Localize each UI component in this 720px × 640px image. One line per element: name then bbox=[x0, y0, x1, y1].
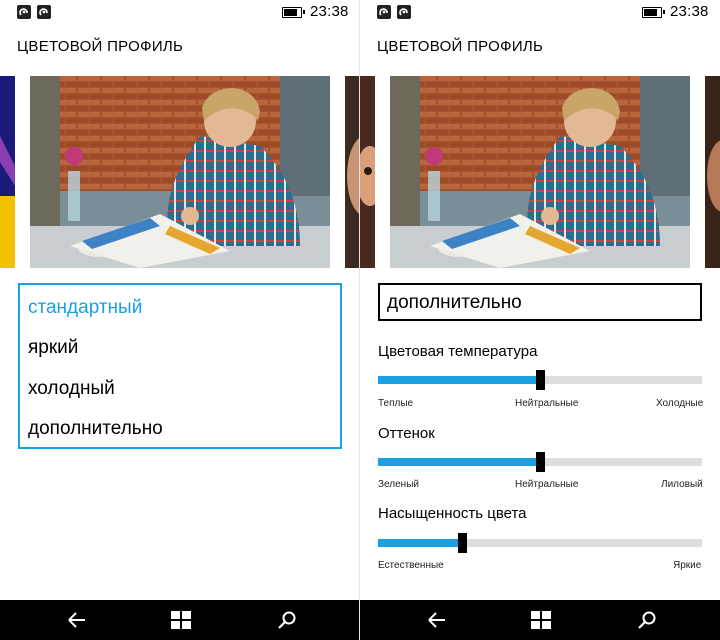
battery-icon bbox=[642, 7, 665, 18]
notification-icon-1 bbox=[377, 5, 391, 19]
profile-option-standard[interactable]: стандартный bbox=[28, 297, 142, 319]
notification-icon-1 bbox=[17, 5, 31, 19]
back-arrow-icon[interactable] bbox=[426, 610, 448, 630]
profile-list: стандартный яркий холодный дополнительно bbox=[18, 283, 342, 449]
slider-max-label: Яркие bbox=[673, 560, 702, 571]
navigation-bar bbox=[0, 600, 360, 640]
slider-mid-label: Нейтральные bbox=[515, 479, 579, 490]
phone-screen-left: 23:38 ЦВЕТОВОЙ ПРОФИЛЬ стандартный яркий… bbox=[0, 0, 360, 640]
status-bar: 23:38 bbox=[0, 0, 360, 24]
slider-color-temperature-label: Цветовая температура bbox=[378, 343, 538, 360]
carousel-main-image[interactable] bbox=[390, 76, 690, 268]
notification-icon-2 bbox=[37, 5, 51, 19]
slider-tint[interactable] bbox=[378, 452, 702, 472]
slider-max-label: Лиловый bbox=[661, 479, 703, 490]
page-title: ЦВЕТОВОЙ ПРОФИЛЬ bbox=[377, 38, 544, 55]
slider-thumb[interactable] bbox=[536, 452, 545, 472]
slider-min-label: Зеленый bbox=[378, 479, 419, 490]
navigation-bar bbox=[360, 600, 720, 640]
slider-thumb[interactable] bbox=[458, 533, 468, 553]
windows-logo-icon[interactable] bbox=[530, 610, 552, 630]
page-title: ЦВЕТОВОЙ ПРОФИЛЬ bbox=[17, 38, 184, 55]
slider-saturation-label: Насыщенность цвета bbox=[378, 505, 527, 522]
back-arrow-icon[interactable] bbox=[66, 610, 88, 630]
profile-option-vivid[interactable]: яркий bbox=[28, 337, 78, 359]
search-icon[interactable] bbox=[636, 610, 658, 630]
battery-icon bbox=[282, 7, 305, 18]
slider-min-label: Естественные bbox=[378, 560, 444, 571]
carousel-next-image[interactable] bbox=[705, 76, 720, 268]
profile-mode-selector[interactable]: дополнительно bbox=[378, 283, 702, 321]
slider-min-label: Теплые bbox=[378, 398, 414, 409]
profile-option-advanced[interactable]: дополнительно bbox=[28, 418, 163, 440]
carousel-prev-image[interactable] bbox=[0, 76, 15, 268]
phone-screen-right: 23:38 ЦВЕТОВОЙ ПРОФИЛЬ дополнительно Цве… bbox=[360, 0, 720, 640]
slider-color-temperature[interactable] bbox=[378, 370, 702, 390]
slider-mid-label: Нейтральные bbox=[515, 398, 579, 409]
carousel-main-image[interactable] bbox=[30, 76, 330, 268]
search-icon[interactable] bbox=[276, 610, 298, 630]
clock: 23:38 bbox=[310, 3, 349, 20]
slider-thumb[interactable] bbox=[536, 370, 545, 390]
notification-icon-2 bbox=[397, 5, 411, 19]
slider-max-label: Холодные bbox=[656, 398, 704, 409]
carousel-next-image[interactable] bbox=[345, 76, 360, 268]
windows-logo-icon[interactable] bbox=[170, 610, 192, 630]
status-bar: 23:38 bbox=[360, 0, 720, 24]
profile-option-cool[interactable]: холодный bbox=[28, 378, 115, 400]
carousel-prev-image[interactable] bbox=[360, 76, 375, 268]
slider-saturation[interactable] bbox=[378, 533, 702, 553]
clock: 23:38 bbox=[670, 3, 709, 20]
slider-tint-label: Оттенок bbox=[378, 425, 435, 442]
profile-mode-label: дополнительно bbox=[387, 292, 522, 313]
